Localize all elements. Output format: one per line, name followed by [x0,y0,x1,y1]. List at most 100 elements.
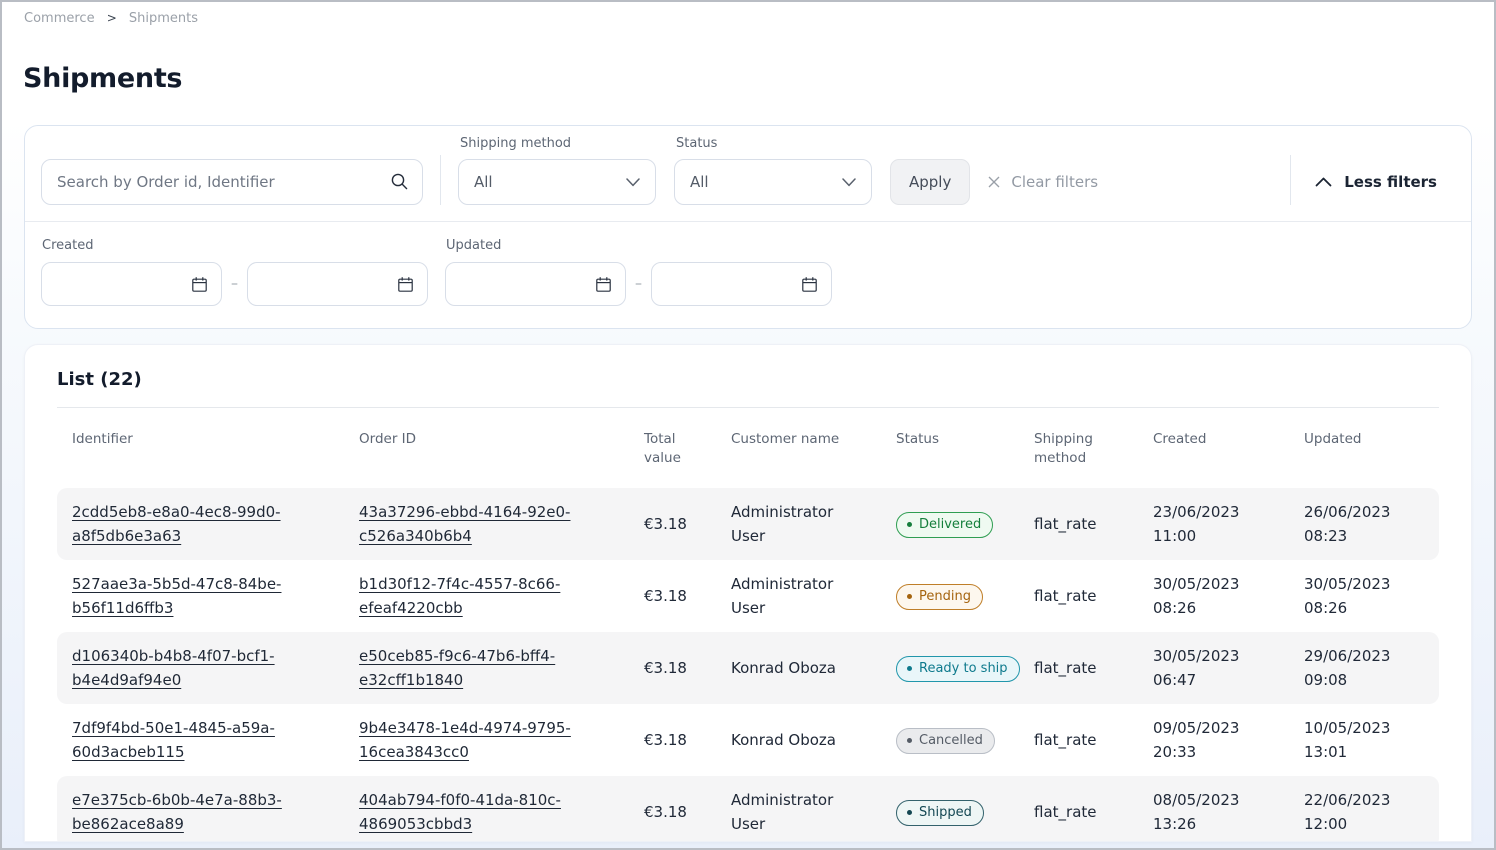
filters-panel: Shipping method All Status All Apply [24,125,1472,329]
identifier-link[interactable]: e7e375cb-6b0b-4e7a-88b3-be862ace8a89 [72,791,282,833]
col-order-id: Order ID [344,422,629,476]
clear-filters-button[interactable]: Clear filters [986,159,1098,205]
chevron-down-icon [626,178,640,187]
filter-divider [1290,155,1291,205]
status-badge: Delivered [896,512,993,538]
identifier-link[interactable]: 2cdd5eb8-e8a0-4ec8-99d0-a8f5db6e3a63 [72,503,281,545]
created-at: 23/06/202311:00 [1138,489,1289,559]
customer-name: Administrator User [716,489,881,559]
less-filters-toggle[interactable]: Less filters [1315,159,1437,205]
updated-at: 29/06/202309:08 [1289,633,1439,703]
apply-button[interactable]: Apply [890,159,970,205]
breadcrumb-item-commerce[interactable]: Commerce [24,11,95,26]
created-label: Created [42,238,428,253]
updated-from-input[interactable] [445,262,626,306]
status-badge: Cancelled [896,728,995,754]
col-identifier: Identifier [57,422,344,476]
table-row: e7e375cb-6b0b-4e7a-88b3-be862ace8a89 404… [57,776,1439,842]
chevron-up-icon [1315,177,1332,187]
updated-at: 10/05/202313:01 [1289,705,1439,775]
updated-at: 30/05/202308:26 [1289,561,1439,631]
customer-name: Administrator User [716,561,881,631]
col-shipping-method: Shipping method [1019,422,1138,476]
total-value: €3.18 [629,645,716,691]
customer-name: Konrad Oboza [716,645,881,691]
col-status: Status [881,422,1019,476]
created-at: 09/05/202320:33 [1138,705,1289,775]
shipping-method: flat_rate [1019,501,1138,547]
status-dot-icon [907,738,912,743]
total-value: €3.18 [629,717,716,763]
status-dot-icon [907,666,912,671]
shipping-method-value: All [474,173,493,191]
table-header-row: Identifier Order ID Total value Customer… [57,408,1439,488]
status-badge: Pending [896,584,983,610]
col-customer-name: Customer name [716,422,881,476]
identifier-link[interactable]: 7df9f4bd-50e1-4845-a59a-60d3acbeb115 [72,719,275,761]
col-updated: Updated [1289,422,1439,476]
breadcrumb: Commerce > Shipments [2,2,1494,26]
calendar-icon [801,276,818,293]
customer-name: Konrad Oboza [716,717,881,763]
updated-range-field: Updated – [445,238,832,306]
identifier-link[interactable]: 527aae3a-5b5d-47c8-84be-b56f11d6ffb3 [72,575,281,617]
updated-to-input[interactable] [651,262,832,306]
total-value: €3.18 [629,573,716,619]
status-dot-icon [907,594,912,599]
shipments-list-panel: List (22) Identifier Order ID Total valu… [24,344,1472,842]
calendar-icon [191,276,208,293]
shipping-method: flat_rate [1019,645,1138,691]
order-id-link[interactable]: e50ceb85-f9c6-47b6-bff4-e32cff1b1840 [359,647,555,689]
updated-label: Updated [446,238,832,253]
identifier-link[interactable]: d106340b-b4b8-4f07-bcf1-b4e4d9af94e0 [72,647,275,689]
order-id-link[interactable]: 43a37296-ebbd-4164-92e0-c526a340b6b4 [359,503,570,545]
order-id-link[interactable]: 404ab794-f0f0-41da-810c-4869053cbbd3 [359,791,561,833]
shipping-method: flat_rate [1019,789,1138,835]
order-id-link[interactable]: b1d30f12-7f4c-4557-8c66-efeaf4220cbb [359,575,560,617]
status-badge: Ready to ship [896,656,1020,682]
created-from-input[interactable] [41,262,222,306]
breadcrumb-item-shipments[interactable]: Shipments [129,11,198,26]
created-at: 30/05/202308:26 [1138,561,1289,631]
calendar-icon [397,276,414,293]
created-at: 08/05/202313:26 [1138,777,1289,842]
created-range-field: Created – [41,238,428,306]
chevron-down-icon [842,178,856,187]
order-id-link[interactable]: 9b4e3478-1e4d-4974-9795-16cea3843cc0 [359,719,571,761]
table-row: 527aae3a-5b5d-47c8-84be-b56f11d6ffb3 b1d… [57,560,1439,632]
total-value: €3.18 [629,501,716,547]
search-field [41,159,423,205]
filters-main-row: Shipping method All Status All Apply [25,126,1471,221]
created-to-input[interactable] [247,262,428,306]
search-input[interactable] [41,159,423,205]
close-icon [986,174,1002,190]
list-title: List (22) [57,369,1439,390]
shipping-method-select[interactable]: All [458,159,656,205]
updated-at: 26/06/202308:23 [1289,489,1439,559]
shipping-method: flat_rate [1019,717,1138,763]
status-dot-icon [907,810,912,815]
status-field: Status All [674,136,872,205]
status-select[interactable]: All [674,159,872,205]
filters-date-row: Created – [25,222,1471,328]
total-value: €3.18 [629,789,716,835]
status-dot-icon [907,522,912,527]
table-row: d106340b-b4b8-4f07-bcf1-b4e4d9af94e0 e50… [57,632,1439,704]
status-badge: Shipped [896,800,984,826]
range-dash: – [635,276,642,292]
less-filters-label: Less filters [1344,173,1437,191]
search-icon [390,172,409,191]
status-label: Status [676,136,872,151]
col-created: Created [1138,422,1289,476]
clear-filters-label: Clear filters [1011,173,1098,191]
shipping-method: flat_rate [1019,573,1138,619]
col-total-value: Total value [629,422,716,476]
table-row: 7df9f4bd-50e1-4845-a59a-60d3acbeb115 9b4… [57,704,1439,776]
range-dash: – [231,276,238,292]
breadcrumb-separator-icon: > [107,11,117,25]
shipping-method-label: Shipping method [460,136,656,151]
table-row: 2cdd5eb8-e8a0-4ec8-99d0-a8f5db6e3a63 43a… [57,488,1439,560]
calendar-icon [595,276,612,293]
updated-at: 22/06/202312:00 [1289,777,1439,842]
filter-divider [440,155,441,205]
